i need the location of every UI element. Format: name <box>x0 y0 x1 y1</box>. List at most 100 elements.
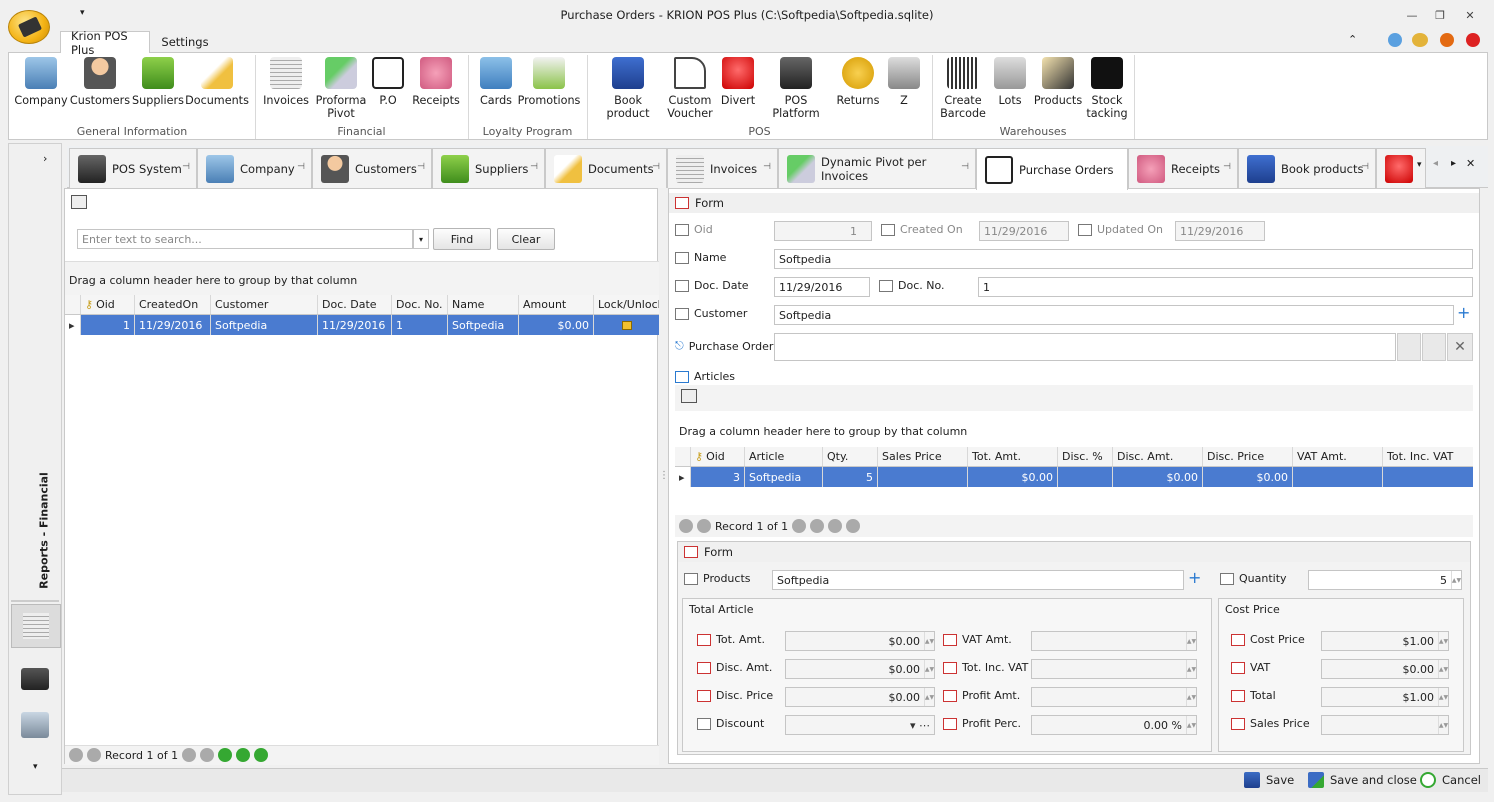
profit-perc-field[interactable]: 0.00 % ▲▼ <box>1031 715 1197 735</box>
custom-voucher-button[interactable]: Custom Voucher <box>667 57 713 120</box>
po-button[interactable]: P.O <box>371 57 405 107</box>
tab-suppliers[interactable]: Suppliers ⊣ <box>432 148 545 188</box>
tab-purchase-orders[interactable]: Purchase Orders <box>976 148 1128 190</box>
oid-field[interactable]: 1 <box>774 221 872 241</box>
sales-price-field[interactable]: ▲▼ <box>1321 715 1449 735</box>
tab-receipts[interactable]: Receipts ⊣ <box>1128 148 1238 188</box>
company-button[interactable]: Company <box>14 57 68 107</box>
col-createdon[interactable]: CreatedOn <box>135 295 211 314</box>
pin-icon[interactable]: ⊣ <box>182 162 190 172</box>
add-customer-icon[interactable]: + <box>1457 303 1470 322</box>
close-button[interactable]: ✕ <box>1462 7 1478 23</box>
minimize-button[interactable]: — <box>1404 7 1420 23</box>
book-product-button[interactable]: Book product <box>593 57 663 120</box>
doc-date-field[interactable]: 11/29/2016 <box>774 277 870 297</box>
prev-record-icon[interactable] <box>87 748 101 762</box>
app-menu-button[interactable] <box>8 10 50 44</box>
quantity-stepper[interactable]: 5 ▲▼ <box>1308 570 1462 590</box>
group-panel[interactable]: Drag a column header here to group by th… <box>65 261 659 295</box>
refresh-icon[interactable] <box>254 748 269 762</box>
promotions-button[interactable]: Promotions <box>518 57 580 107</box>
tab-documents[interactable]: Documents ⊣ <box>545 148 667 188</box>
print-icon[interactable] <box>681 389 697 403</box>
updated-on-field[interactable]: 11/29/2016 <box>1175 221 1265 241</box>
open-file-icon[interactable] <box>1397 333 1421 361</box>
first-record-icon[interactable] <box>69 748 83 762</box>
pin-icon[interactable]: ⊣ <box>763 162 771 172</box>
add-record-icon[interactable] <box>828 519 843 533</box>
side-shortcut-pos[interactable] <box>21 668 49 690</box>
expand-chevron-icon[interactable]: › <box>43 152 47 165</box>
users-icon[interactable] <box>1412 33 1428 47</box>
tab-invoices[interactable]: Invoices ⊣ <box>667 148 778 188</box>
pin-icon[interactable]: ⊣ <box>417 162 425 172</box>
returns-button[interactable]: Returns <box>835 57 881 107</box>
tab-dynamic-pivot[interactable]: Dynamic Pivot per Invoices ⊣ <box>778 148 976 188</box>
suppliers-button[interactable]: Suppliers <box>132 57 184 107</box>
col-sales-price[interactable]: Sales Price <box>878 447 968 466</box>
products-button[interactable]: Products <box>1033 57 1083 107</box>
side-shortcut-store[interactable] <box>21 712 49 738</box>
pos-platform-button[interactable]: POS Platform <box>761 57 831 120</box>
delete-record-icon[interactable] <box>236 748 251 762</box>
article-row[interactable]: ▸ 3 Softpedia 5 $0.00 $0.00 $0.00 <box>675 467 1473 487</box>
disc-price-field[interactable]: $0.00 ▲▼ <box>785 687 935 707</box>
pin-icon[interactable]: ⊣ <box>961 162 969 172</box>
tot-inc-vat-field[interactable]: ▲▼ <box>1031 659 1197 679</box>
delete-record-icon[interactable] <box>846 519 861 533</box>
next-record-icon[interactable] <box>182 748 197 762</box>
customers-button[interactable]: Customers <box>70 57 130 107</box>
lots-button[interactable]: Lots <box>993 57 1027 107</box>
chevron-down-icon[interactable]: ▾ <box>33 762 38 772</box>
col-disc-price[interactable]: Disc. Price <box>1203 447 1293 466</box>
search-dropdown-icon[interactable]: ▾ <box>413 229 429 249</box>
pin-icon[interactable]: ⊣ <box>1361 162 1369 172</box>
tab-scroll-left-icon[interactable]: ◂ <box>1433 158 1438 169</box>
exit-icon[interactable] <box>1466 33 1480 47</box>
user-icon[interactable] <box>1388 33 1402 47</box>
discount-field[interactable]: ▾ ⋯ <box>785 715 935 735</box>
col-vat-amt[interactable]: VAT Amt. <box>1293 447 1383 466</box>
next-record-icon[interactable] <box>792 519 807 533</box>
z-report-button[interactable]: Z <box>887 57 921 107</box>
save-and-close-button[interactable]: Save and close <box>1308 772 1417 788</box>
doc-no-field[interactable]: 1 <box>978 277 1473 297</box>
delete-file-icon[interactable]: ✕ <box>1447 333 1473 361</box>
print-icon[interactable] <box>71 195 87 209</box>
vat-amt-field[interactable]: ▲▼ <box>1031 631 1197 651</box>
receipts-button[interactable]: Receipts <box>411 57 461 107</box>
cancel-button[interactable]: Cancel <box>1420 772 1481 788</box>
cards-button[interactable]: Cards <box>475 57 517 107</box>
first-record-icon[interactable] <box>679 519 693 533</box>
col-customer[interactable]: Customer <box>211 295 318 314</box>
search-input[interactable]: Enter text to search... <box>77 229 413 249</box>
maximize-button[interactable]: ❐ <box>1432 7 1448 23</box>
proforma-pivot-button[interactable]: Proforma Pivot <box>313 57 369 120</box>
table-row[interactable]: ▸ 1 11/29/2016 Softpedia 11/29/2016 1 So… <box>65 315 659 335</box>
col-qty[interactable]: Qty. <box>823 447 878 466</box>
save-button[interactable]: Save <box>1244 772 1294 788</box>
find-button[interactable]: Find <box>433 228 491 250</box>
created-on-field[interactable]: 11/29/2016 <box>979 221 1069 241</box>
col-tot-amt[interactable]: Tot. Amt. <box>968 447 1058 466</box>
side-shortcut-invoices[interactable] <box>11 604 61 648</box>
tot-amt-field[interactable]: $0.00 ▲▼ <box>785 631 935 651</box>
divert-button[interactable]: Divert <box>717 57 759 107</box>
tab-list-dropdown-icon[interactable]: ▾ <box>1417 160 1422 170</box>
last-record-icon[interactable] <box>200 748 215 762</box>
clear-button[interactable]: Clear <box>497 228 555 250</box>
tab-company[interactable]: Company ⊣ <box>197 148 312 188</box>
name-field[interactable]: Softpedia <box>774 249 1473 269</box>
prev-record-icon[interactable] <box>697 519 711 533</box>
collapse-ribbon-icon[interactable]: ⌃ <box>1348 33 1357 46</box>
tab-customers[interactable]: Customers ⊣ <box>312 148 432 188</box>
pin-icon[interactable]: ⊣ <box>297 162 305 172</box>
documents-button[interactable]: Documents <box>185 57 249 107</box>
col-oid[interactable]: ⚷ Oid <box>81 295 135 314</box>
cost-price-field[interactable]: $1.00 ▲▼ <box>1321 631 1449 651</box>
tab-close-icon[interactable]: ✕ <box>1466 157 1475 170</box>
invoices-button[interactable]: Invoices <box>261 57 311 107</box>
col-oid[interactable]: ⚷ Oid <box>691 447 745 466</box>
pin-icon[interactable]: ⊣ <box>652 162 660 172</box>
col-disc-amt[interactable]: Disc. Amt. <box>1113 447 1203 466</box>
